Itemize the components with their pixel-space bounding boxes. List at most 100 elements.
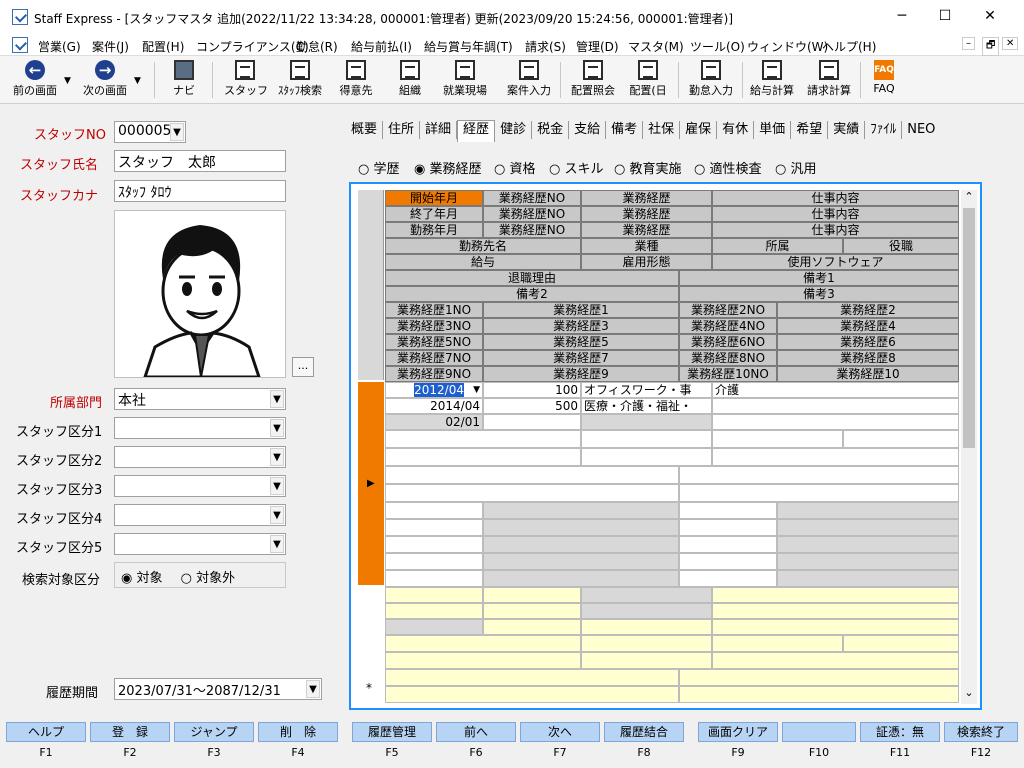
f7-next-button[interactable]: 次へ [520, 722, 600, 742]
staff-search-button[interactable]: ｽﾀｯﾌ検索 [274, 58, 326, 102]
scroll-up-icon[interactable]: ⌃ [961, 190, 977, 206]
k4no-cell[interactable] [679, 519, 777, 536]
forward-dropdown-icon[interactable]: ▼ [134, 76, 141, 86]
maximize-button[interactable]: ☐ [935, 8, 955, 24]
f12-end-search-button[interactable]: 検索終了 [944, 722, 1018, 742]
k9-cell[interactable] [483, 570, 679, 587]
header-k6no[interactable]: 業務経歴6NO [679, 334, 777, 350]
menu-master[interactable]: マスタ(M) [628, 38, 684, 55]
menu-haichi[interactable]: 配置(H) [142, 38, 184, 55]
header-kinmusaki[interactable]: 勤務先名 [385, 238, 581, 254]
mdi-restore-button[interactable]: 🗗 [982, 37, 1000, 56]
header-no[interactable]: 業務経歴NO [483, 222, 581, 238]
biko3-cell[interactable] [679, 484, 959, 502]
radio-skill[interactable]: ○ スキル [549, 158, 604, 177]
f4-delete-button[interactable]: 削 除 [258, 722, 338, 742]
naiyo-cell[interactable] [712, 414, 959, 430]
staff-button[interactable]: スタッフ [224, 58, 268, 102]
new-keireki-cell[interactable] [581, 619, 712, 635]
work-ym-cell[interactable]: 02/01 [385, 414, 483, 430]
new-naiyo-cell[interactable] [712, 587, 959, 603]
new-yakushoku-cell[interactable] [843, 635, 959, 652]
tab-neo[interactable]: NEO [902, 121, 940, 139]
new-work-ym-cell[interactable] [385, 619, 483, 635]
new-naiyo-cell[interactable] [712, 619, 959, 635]
tab-shosai[interactable]: 詳細 [420, 121, 458, 139]
end-ym-cell[interactable]: 2014/04 [385, 398, 483, 414]
attendance-input-button[interactable]: 勤怠入力 [684, 58, 738, 102]
f10-button[interactable] [782, 722, 856, 742]
radio-tekisei[interactable]: ○ 適性検査 [694, 158, 762, 177]
staff-kana-input[interactable]: ｽﾀｯﾌ ﾀﾛｳ [114, 180, 286, 202]
header-start-ym[interactable]: 開始年月 [385, 190, 483, 206]
header-keireki[interactable]: 業務経歴 [581, 190, 712, 206]
new-kyuyo-cell[interactable] [385, 652, 581, 669]
tab-zeikin[interactable]: 税金 [532, 121, 570, 139]
k5no-cell[interactable] [385, 536, 483, 553]
chevron-down-icon[interactable]: ▼ [270, 506, 284, 524]
new-koyokeitai-cell[interactable] [581, 652, 712, 669]
vertical-scrollbar[interactable]: ⌃ ⌄ [961, 190, 977, 704]
header-biko2[interactable]: 備考2 [385, 286, 679, 302]
chevron-down-icon[interactable]: ▼ [270, 535, 284, 553]
menu-kintai[interactable]: 勤怠(R) [296, 38, 338, 55]
staff-kubun3-select[interactable]: ▼ [114, 475, 286, 497]
software-cell[interactable] [712, 448, 959, 466]
f3-jump-button[interactable]: ジャンプ [174, 722, 254, 742]
menu-compliance[interactable]: コンプライアンス(C) [196, 38, 309, 55]
new-gyoshu-cell[interactable] [581, 635, 712, 652]
tab-biko[interactable]: 備考 [606, 121, 644, 139]
menu-seikyu[interactable]: 請求(S) [525, 38, 566, 55]
header-k1[interactable]: 業務経歴1 [483, 302, 679, 318]
chevron-down-icon[interactable]: ▼ [170, 123, 184, 141]
header-shozoku[interactable]: 所属 [712, 238, 843, 254]
shozoku-cell[interactable] [712, 430, 843, 448]
billing-calc-button[interactable]: 請求計算 [802, 58, 856, 102]
header-k9no[interactable]: 業務経歴9NO [385, 366, 483, 382]
yakushoku-cell[interactable] [843, 430, 959, 448]
kyuyo-cell[interactable] [385, 448, 581, 466]
k10-cell[interactable] [777, 570, 959, 587]
new-biko2-cell[interactable] [385, 686, 679, 703]
salary-calc-button[interactable]: 給与計算 [746, 58, 798, 102]
k5-cell[interactable] [483, 536, 679, 553]
header-k2no[interactable]: 業務経歴2NO [679, 302, 777, 318]
biko1-cell[interactable] [679, 466, 959, 484]
tab-jisseki[interactable]: 実績 [828, 121, 866, 139]
k6-cell[interactable] [777, 536, 959, 553]
keireki-cell[interactable]: 医療・介護・福祉・ [581, 398, 712, 414]
header-k8[interactable]: 業務経歴8 [777, 350, 959, 366]
header-k3no[interactable]: 業務経歴3NO [385, 318, 483, 334]
header-keireki[interactable]: 業務経歴 [581, 222, 712, 238]
tab-kenshin[interactable]: 健診 [495, 121, 533, 139]
tab-yukyu[interactable]: 有休 [717, 121, 755, 139]
menu-anken[interactable]: 案件(J) [92, 38, 129, 55]
tab-tanka[interactable]: 単価 [754, 121, 792, 139]
keireki-cell[interactable] [581, 414, 712, 430]
header-k10no[interactable]: 業務経歴10NO [679, 366, 777, 382]
customer-button[interactable]: 得意先 [334, 58, 378, 102]
mdi-close-button[interactable]: ✕ [1002, 37, 1019, 50]
new-no-cell[interactable] [483, 587, 581, 603]
career-grid[interactable]: ▶ * 開始年月 業務経歴NO 業務経歴 仕事内容 終了年月 業務経歴NO 業務… [349, 182, 982, 710]
k3no-cell[interactable] [385, 519, 483, 536]
photo-browse-button[interactable]: ... [292, 357, 314, 377]
chevron-down-icon[interactable]: ▼ [473, 383, 480, 397]
header-k8no[interactable]: 業務経歴8NO [679, 350, 777, 366]
header-k5[interactable]: 業務経歴5 [483, 334, 679, 350]
header-kyuyo[interactable]: 給与 [385, 254, 581, 270]
f1-help-button[interactable]: ヘルプ [6, 722, 86, 742]
tab-koho[interactable]: 雇保 [680, 121, 718, 139]
k1no-cell[interactable] [385, 502, 483, 519]
chevron-down-icon[interactable]: ▼ [306, 680, 320, 698]
header-taishoku[interactable]: 退職理由 [385, 270, 679, 286]
header-k7no[interactable]: 業務経歴7NO [385, 350, 483, 366]
no-cell[interactable]: 100 [483, 382, 581, 398]
header-biko1[interactable]: 備考1 [679, 270, 959, 286]
new-end-ym-cell[interactable] [385, 603, 483, 619]
placement-inquiry-button[interactable]: 配置照会 [566, 58, 620, 102]
f8-merge-button[interactable]: 履歴結合 [604, 722, 684, 742]
tab-file[interactable]: ﾌｧｲﾙ [865, 121, 903, 139]
scroll-down-icon[interactable]: ⌄ [961, 686, 977, 702]
staff-kubun1-select[interactable]: ▼ [114, 417, 286, 439]
